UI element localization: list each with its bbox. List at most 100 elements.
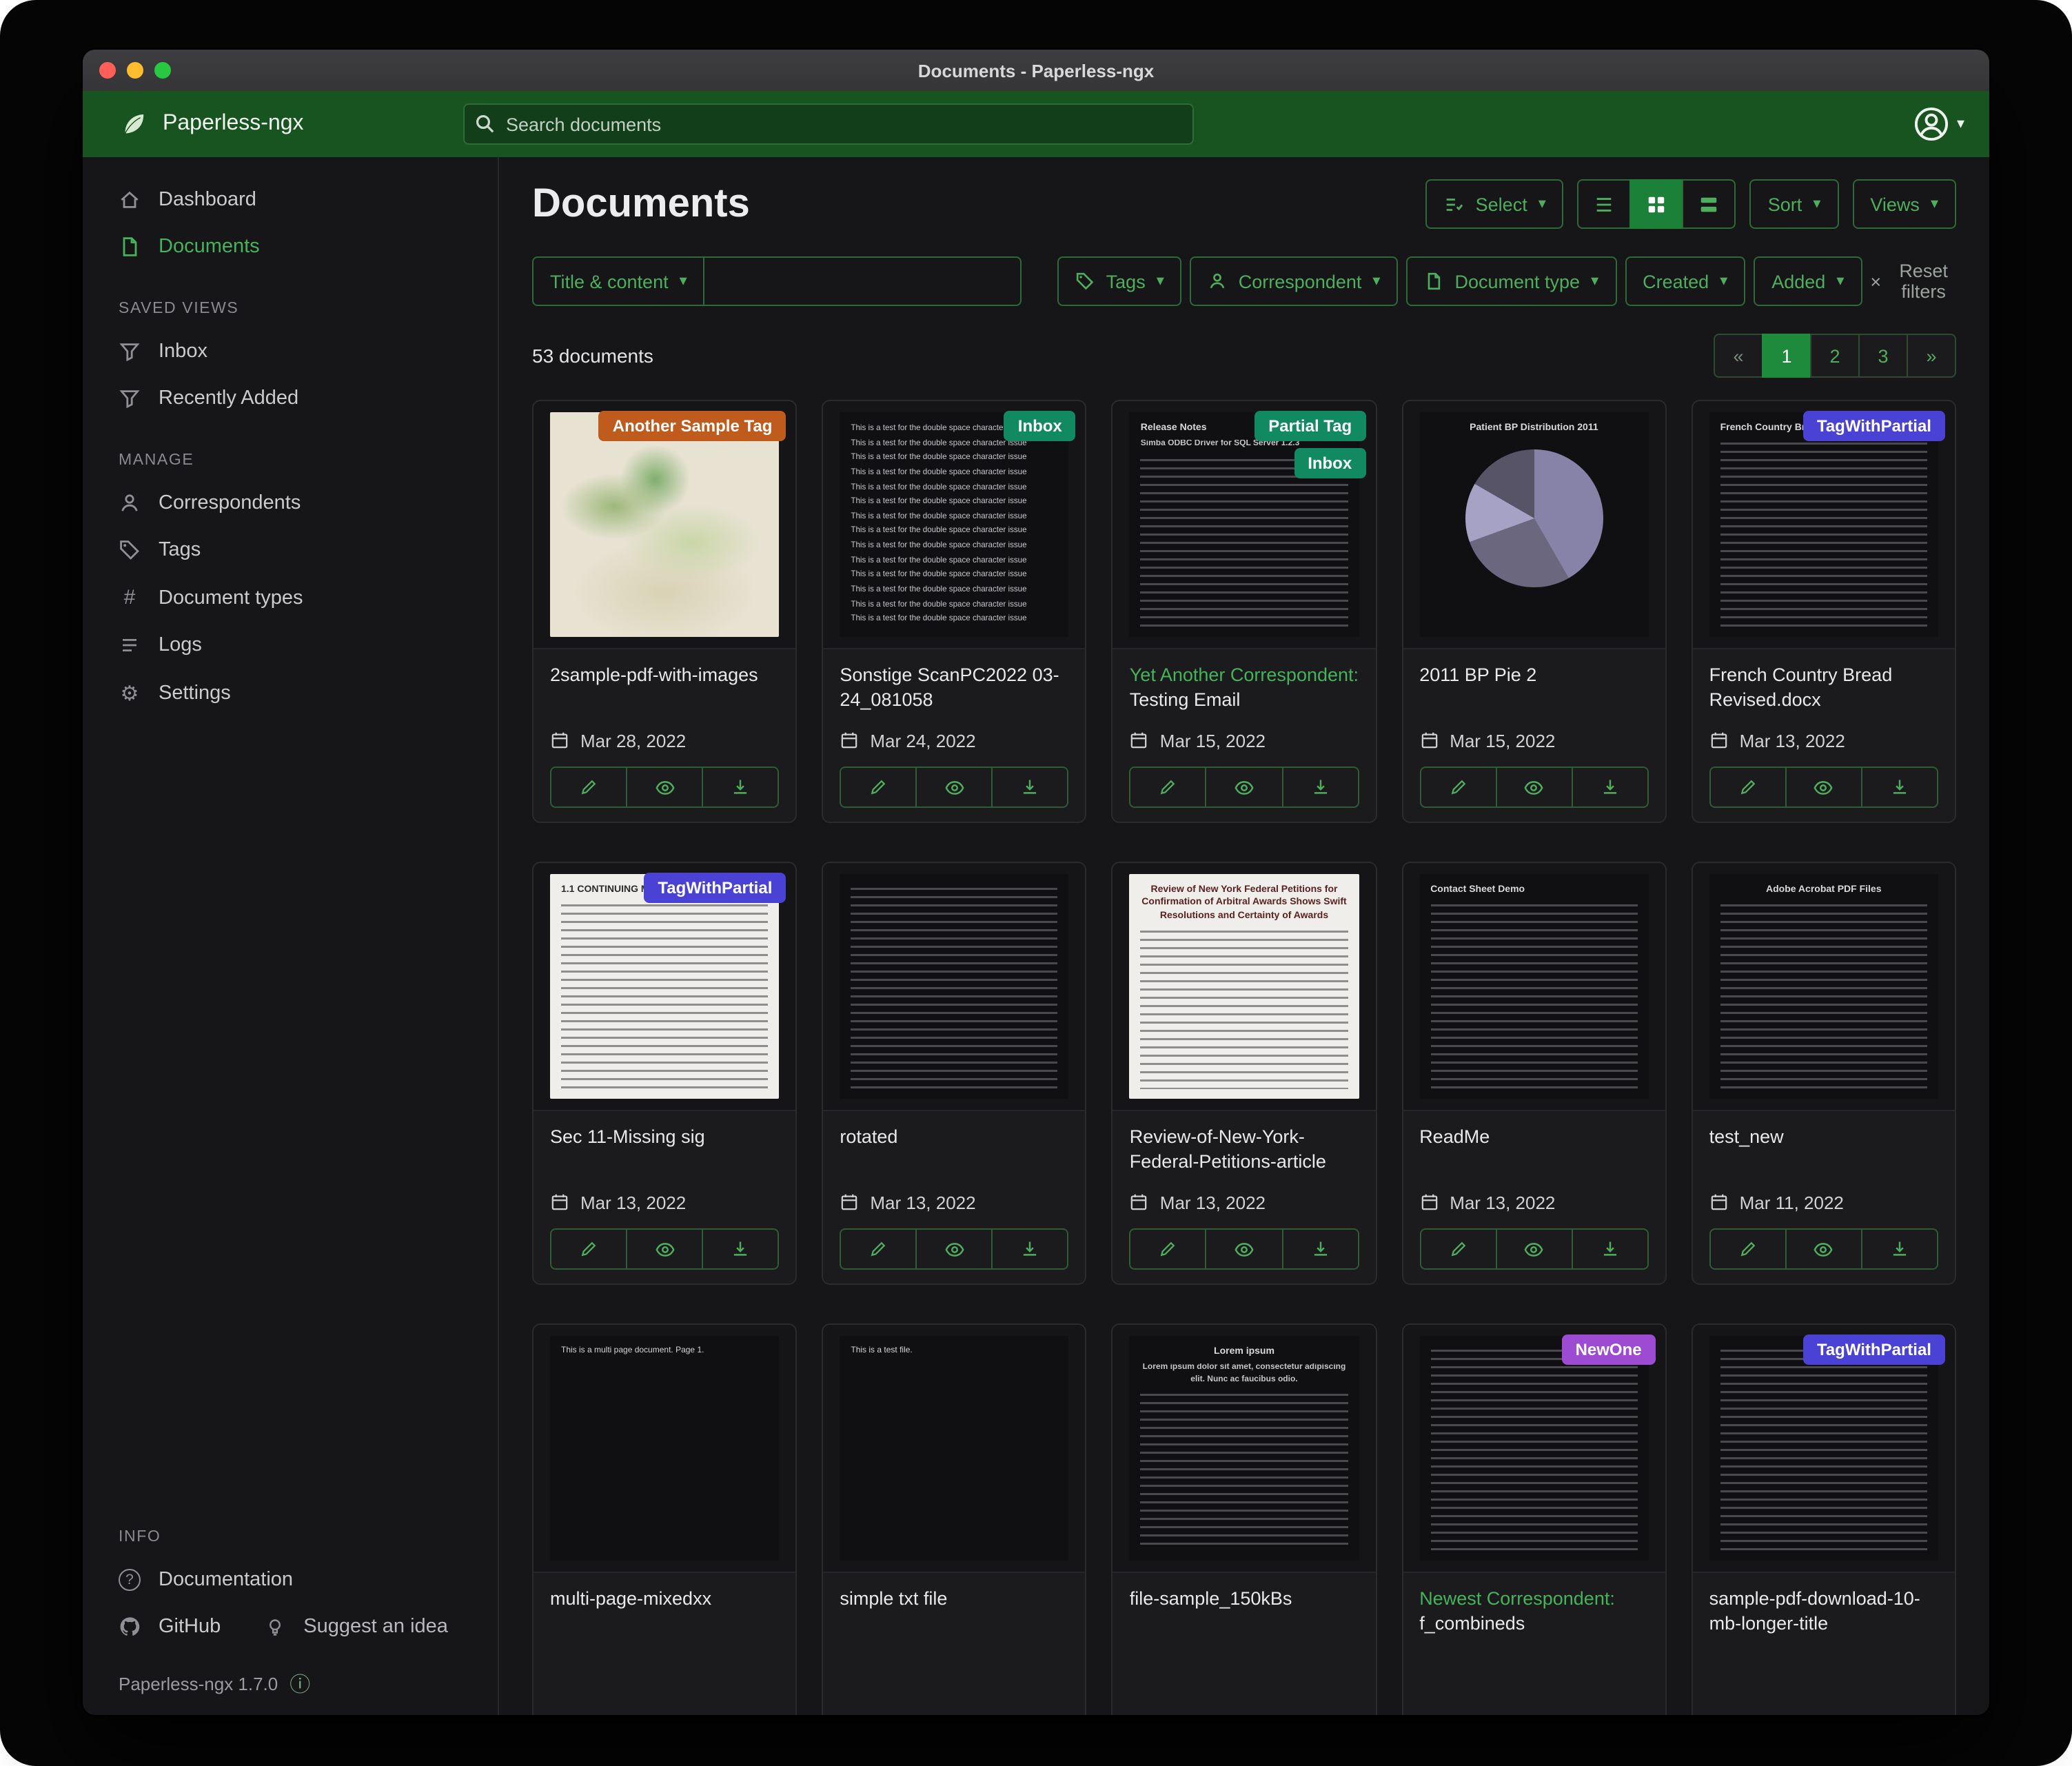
document-title[interactable]: Sec 11-Missing sig [550, 1125, 779, 1150]
document-card[interactable]: TagWithPartial sample-pdf-download-10-mb… [1692, 1323, 1956, 1715]
document-card[interactable]: Adobe Acrobat PDF Files test_new Mar 11,… [1692, 862, 1956, 1285]
pagination-page-2[interactable]: 2 [1810, 334, 1860, 378]
document-card[interactable]: Another Sample Tag 2sample-pdf-with-imag… [532, 400, 797, 823]
tag-pill[interactable]: Inbox [1004, 411, 1076, 441]
download-document-button[interactable] [702, 767, 779, 808]
document-card[interactable]: French Country Bread TagWithPartial Fren… [1692, 400, 1956, 823]
document-card[interactable]: This is a multi page document. Page 1. m… [532, 1323, 797, 1715]
pagination-next-button[interactable]: » [1907, 334, 1956, 378]
tag-pill[interactable]: Another Sample Tag [599, 411, 786, 441]
edit-document-button[interactable] [1130, 767, 1207, 808]
view-document-button[interactable] [1206, 767, 1283, 808]
sidebar-item-settings[interactable]: ⚙ Settings [83, 669, 498, 718]
pagination-page-3[interactable]: 3 [1858, 334, 1908, 378]
grid-view-button[interactable] [1630, 179, 1684, 229]
document-correspondent[interactable]: Yet Another Correspondent: [1130, 664, 1359, 685]
document-title[interactable]: French Country Bread Revised.docx [1709, 663, 1938, 713]
tag-pill[interactable]: Partial Tag [1255, 411, 1365, 441]
document-title[interactable]: rotated [840, 1125, 1068, 1150]
title-content-filter-button[interactable]: Title & content ▾ [532, 256, 705, 306]
download-document-button[interactable] [1571, 1228, 1648, 1270]
document-title[interactable]: 2011 BP Pie 2 [1419, 663, 1648, 688]
sidebar-item-dashboard[interactable]: Dashboard [83, 176, 498, 223]
tag-pill[interactable]: Inbox [1294, 448, 1365, 478]
document-title[interactable]: sample-pdf-download-10-mb-longer-title [1709, 1587, 1938, 1637]
document-title[interactable]: test_new [1709, 1125, 1938, 1150]
download-document-button[interactable] [1861, 1228, 1938, 1270]
document-card[interactable]: Patient BP Distribution 2011 2011 BP Pie… [1401, 400, 1666, 823]
tag-pill[interactable]: TagWithPartial [1803, 1334, 1945, 1365]
download-document-button[interactable] [702, 1228, 779, 1270]
view-document-button[interactable] [916, 767, 993, 808]
document-title[interactable]: ReadMe [1419, 1125, 1648, 1150]
close-window-button[interactable] [99, 62, 116, 79]
view-document-button[interactable] [1206, 1228, 1283, 1270]
document-card[interactable]: rotated Mar 13, 2022 [822, 862, 1086, 1285]
search-input[interactable] [463, 103, 1194, 145]
document-thumbnail[interactable]: This is a multi page document. Page 1. [534, 1325, 795, 1573]
document-title[interactable]: Review-of-New-York-Federal-Petitions-art… [1130, 1125, 1359, 1175]
pagination-page-1[interactable]: 1 [1762, 334, 1811, 378]
title-content-filter-input[interactable] [705, 256, 1022, 306]
added-filter-button[interactable]: Added ▾ [1754, 256, 1862, 306]
download-document-button[interactable] [1281, 767, 1359, 808]
sidebar-item-documents[interactable]: Documents [83, 223, 498, 270]
edit-document-button[interactable] [1709, 767, 1787, 808]
views-button[interactable]: Views ▾ [1852, 179, 1956, 229]
view-document-button[interactable] [1785, 767, 1862, 808]
view-document-button[interactable] [916, 1228, 993, 1270]
edit-document-button[interactable] [840, 1228, 917, 1270]
sidebar-item-suggest-idea[interactable]: Suggest an idea [265, 1616, 448, 1638]
document-title[interactable]: 2sample-pdf-with-images [550, 663, 779, 688]
sidebar-item-tags[interactable]: Tags [83, 527, 498, 574]
view-document-button[interactable] [626, 767, 703, 808]
tag-pill[interactable]: TagWithPartial [644, 873, 786, 903]
sidebar-item-inbox[interactable]: Inbox [83, 328, 498, 375]
document-thumbnail[interactable] [823, 863, 1085, 1111]
tags-filter-button[interactable]: Tags ▾ [1058, 256, 1182, 306]
edit-document-button[interactable] [550, 767, 627, 808]
document-title[interactable]: Sonstige ScanPC2022 03-24_081058 [840, 663, 1068, 713]
tag-pill[interactable]: NewOne [1562, 1334, 1656, 1365]
document-title[interactable]: file-sample_150kBs [1130, 1587, 1359, 1612]
sidebar-item-logs[interactable]: Logs [83, 622, 498, 669]
sidebar-item-correspondents[interactable]: Correspondents [83, 480, 498, 527]
document-card[interactable]: 1.1 CONTINUING MEDICAL EDUCA TagWithPart… [532, 862, 797, 1285]
list-view-button[interactable] [1578, 179, 1632, 229]
created-filter-button[interactable]: Created ▾ [1625, 256, 1745, 306]
app-brand[interactable]: Paperless-ngx [119, 109, 463, 139]
pagination-prev-button[interactable]: « [1714, 334, 1763, 378]
download-document-button[interactable] [1571, 767, 1648, 808]
sidebar-item-documentation[interactable]: ? Documentation [83, 1556, 498, 1603]
detail-view-button[interactable] [1683, 179, 1736, 229]
info-icon[interactable]: ⓘ [289, 1669, 311, 1698]
document-card[interactable]: Contact Sheet Demo ReadMe Mar 13, 2022 [1401, 862, 1666, 1285]
document-thumbnail[interactable]: French Country Bread TagWithPartial [1693, 401, 1955, 649]
sidebar-item-document-types[interactable]: # Document types [83, 574, 498, 622]
document-thumbnail[interactable]: Another Sample Tag [534, 401, 795, 649]
zoom-window-button[interactable] [154, 62, 171, 79]
download-document-button[interactable] [992, 767, 1069, 808]
edit-document-button[interactable] [1709, 1228, 1787, 1270]
view-document-button[interactable] [1495, 1228, 1572, 1270]
document-thumbnail[interactable]: Patient BP Distribution 2011 [1403, 401, 1665, 649]
sidebar-item-github[interactable]: GitHub [119, 1616, 221, 1638]
document-card[interactable]: Release NotesSimba ODBC Driver for SQL S… [1112, 400, 1377, 823]
document-card[interactable]: This is a test file. simple txt file [822, 1323, 1086, 1715]
document-type-filter-button[interactable]: Document type ▾ [1406, 256, 1616, 306]
correspondent-filter-button[interactable]: Correspondent ▾ [1190, 256, 1399, 306]
edit-document-button[interactable] [1419, 1228, 1496, 1270]
download-document-button[interactable] [1861, 767, 1938, 808]
edit-document-button[interactable] [840, 767, 917, 808]
document-card[interactable]: Review of New York Federal Petitions for… [1112, 862, 1377, 1285]
view-document-button[interactable] [626, 1228, 703, 1270]
view-document-button[interactable] [1495, 767, 1572, 808]
minimize-window-button[interactable] [127, 62, 143, 79]
document-thumbnail[interactable]: Adobe Acrobat PDF Files [1693, 863, 1955, 1111]
document-thumbnail[interactable]: Release NotesSimba ODBC Driver for SQL S… [1113, 401, 1375, 649]
document-thumbnail[interactable]: This is a test file. [823, 1325, 1085, 1573]
edit-document-button[interactable] [1130, 1228, 1207, 1270]
document-thumbnail[interactable]: 1.1 CONTINUING MEDICAL EDUCA TagWithPart… [534, 863, 795, 1111]
user-menu[interactable]: ▾ [1914, 106, 1964, 142]
view-document-button[interactable] [1785, 1228, 1862, 1270]
